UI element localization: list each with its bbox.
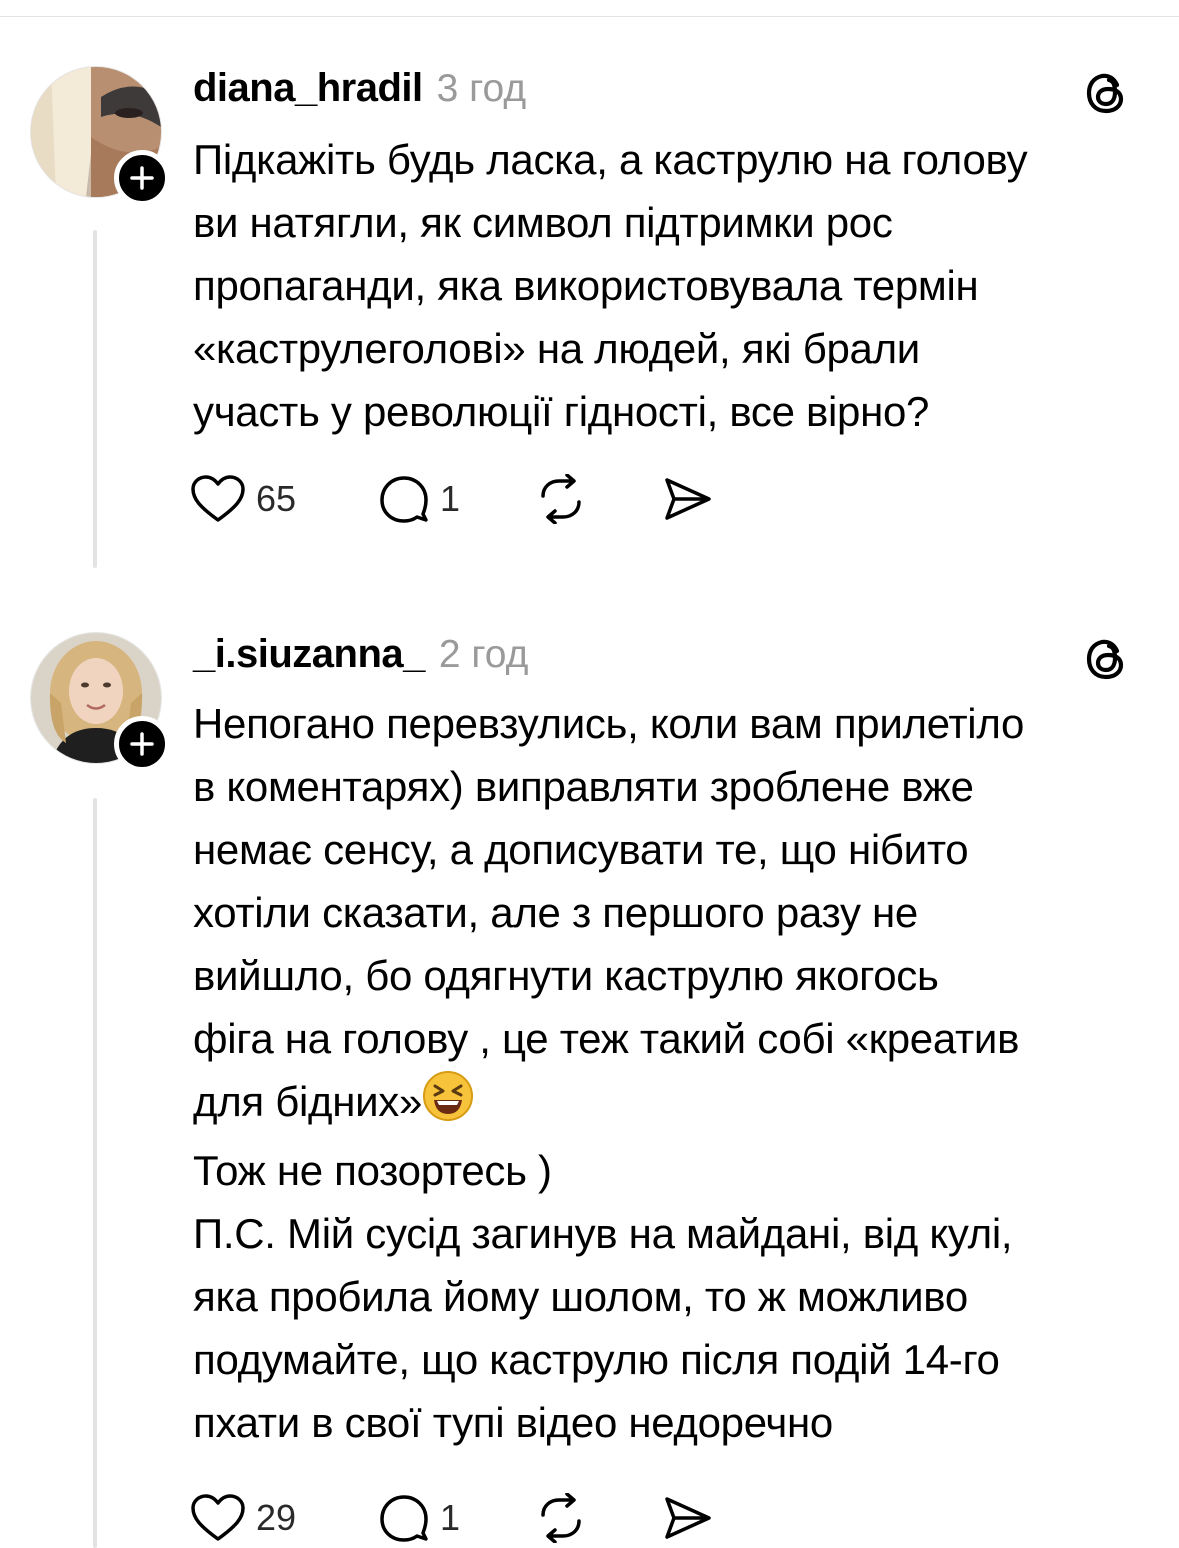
text-line: яка пробила йому шолом, то ж можливо (193, 1273, 968, 1320)
plus-icon (130, 732, 154, 756)
timestamp: 2 год (438, 633, 529, 676)
send-icon (665, 478, 711, 520)
heart-icon (191, 1494, 245, 1541)
text-line: вийшло, бо одягнути каструлю якогось (193, 952, 939, 999)
text-line: Непогано перевзулись, коли вам прилетіло (193, 700, 1025, 747)
thread-line (93, 230, 97, 568)
heart-icon (191, 475, 245, 522)
timestamp: 3 год (436, 67, 527, 110)
text-line: фіга на голову , це теж такий собі «креа… (193, 1015, 1020, 1062)
post-header: diana_hradil 3 год (193, 66, 526, 116)
text-line: подумайте, що каструлю після подій 14-го (193, 1336, 1000, 1383)
text-line: П.С. Мій сусід загинув на майдані, від к… (193, 1210, 1013, 1257)
username[interactable]: _i.siuzanna_ (193, 632, 425, 677)
text-line: немає сенсу, а дописувати те, що нібито (193, 826, 969, 873)
text-line: Тож не позортесь ) (193, 1147, 552, 1194)
repost-button[interactable] (535, 471, 587, 527)
text-line: Підкажіть будь ласка, а каструлю на голо… (193, 136, 1028, 183)
comment-icon (380, 476, 428, 523)
like-button[interactable]: 29 (190, 1490, 296, 1546)
text-line: участь у революції гідності, все вірно? (193, 388, 930, 435)
plus-icon (130, 166, 154, 190)
post-text: Підкажіть будь ласка, а каструлю на голо… (193, 128, 1153, 443)
repost-button[interactable] (535, 1490, 587, 1546)
action-bar: 65 1 (190, 471, 750, 527)
text-line: для бідних» (193, 1078, 423, 1125)
text-line: «каструлеголові» на людей, які брали (193, 325, 920, 372)
send-icon (665, 1497, 711, 1539)
repost-icon (541, 474, 581, 524)
action-bar: 29 1 (190, 1490, 750, 1546)
like-count: 65 (256, 478, 297, 519)
avatar-wrap[interactable] (30, 66, 170, 206)
repost-icon (541, 1493, 581, 1543)
top-divider (0, 16, 1179, 17)
share-button[interactable] (662, 1490, 714, 1546)
text-line: в коментарях) виправляти зроблене вже (193, 763, 974, 810)
reply-count: 1 (440, 478, 461, 519)
text-line: пропаганди, яка використовувала термін (193, 262, 979, 309)
laughing-emoji-icon (422, 1070, 474, 1139)
reply-count: 1 (440, 1497, 461, 1538)
like-button[interactable]: 65 (190, 471, 296, 527)
follow-button[interactable] (114, 150, 170, 206)
avatar-wrap[interactable] (30, 632, 170, 772)
text-line: ви натягли, як символ підтримки рос (193, 199, 893, 246)
username[interactable]: diana_hradil (193, 66, 423, 111)
text-line: хотіли сказати, але з першого разу не (193, 889, 918, 936)
post-text: Непогано перевзулись, коли вам прилетіло… (193, 692, 1153, 1454)
text-line-with-emoji: для бідних» (193, 1070, 1153, 1139)
comment-icon (380, 1495, 428, 1542)
share-button[interactable] (662, 471, 714, 527)
post-header: _i.siuzanna_ 2 год (193, 632, 528, 682)
reply-button[interactable]: 1 (378, 1490, 460, 1546)
follow-button[interactable] (114, 716, 170, 772)
reply-button[interactable]: 1 (378, 471, 460, 527)
thread-line (93, 798, 97, 1548)
threads-logo-icon[interactable] (1083, 68, 1131, 118)
text-line: пхати в свої тупі відео недоречно (193, 1399, 833, 1446)
like-count: 29 (256, 1497, 297, 1538)
threads-logo-icon[interactable] (1083, 634, 1131, 684)
